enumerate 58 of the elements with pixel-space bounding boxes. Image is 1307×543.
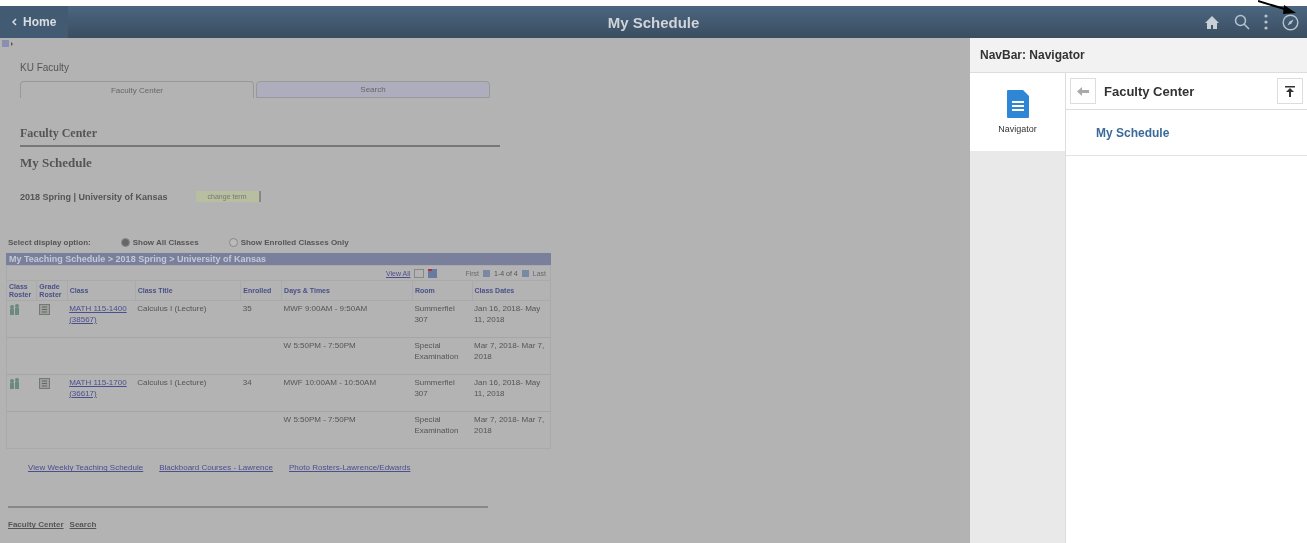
panel-title: NavBar: Navigator bbox=[970, 38, 1307, 73]
table-cell: Mar 7, 2018- Mar 7, 2018 bbox=[474, 341, 545, 361]
arrow-left-icon bbox=[1077, 86, 1089, 96]
table-cell: Special Examination bbox=[414, 415, 459, 435]
section-heading: My Schedule bbox=[20, 155, 93, 171]
page-heading: Faculty Center bbox=[20, 126, 500, 147]
display-option-label: Select display option: bbox=[8, 238, 91, 247]
class-link[interactable]: MATH 115-1700 (36617) bbox=[69, 378, 134, 400]
pointer-arrow-icon bbox=[1258, 0, 1298, 16]
roster-icon[interactable] bbox=[38, 304, 50, 316]
page-link[interactable]: Blackboard Courses - Lawrence bbox=[159, 463, 274, 473]
grid-title-bar: My Teaching Schedule > 2018 Spring > University of Kansas bbox=[6, 253, 551, 265]
home-icon[interactable] bbox=[1204, 14, 1220, 30]
arrow-up-to-bar-icon bbox=[1285, 85, 1295, 97]
table-cell: MWF 10:00AM - 10:50AM bbox=[283, 378, 377, 388]
radio-label: Show All Classes bbox=[132, 238, 199, 247]
previous-icon[interactable] bbox=[483, 269, 490, 277]
tab[interactable]: Search bbox=[256, 81, 490, 98]
table-cell: Jan 16, 2018- May 11, 2018 bbox=[474, 304, 541, 324]
table-cell: Summerfiel 307 bbox=[414, 304, 455, 324]
navigator-tile[interactable]: Navigator bbox=[970, 73, 1065, 151]
table-cell: Summerfiel 307 bbox=[414, 378, 455, 398]
table-cell: 34 bbox=[242, 378, 252, 388]
roster-icon[interactable] bbox=[38, 378, 50, 390]
download-icon[interactable] bbox=[428, 268, 438, 278]
table-cell: Mar 7, 2018- Mar 7, 2018 bbox=[474, 415, 545, 435]
footer-link[interactable]: Search bbox=[69, 520, 97, 530]
class-link[interactable]: MATH 115-1400 (38567) bbox=[69, 304, 134, 326]
pin-top-button[interactable] bbox=[1277, 78, 1303, 104]
menu-toggle-icon[interactable] bbox=[2, 40, 14, 48]
radio-label: Show Enrolled Classes Only bbox=[240, 238, 349, 247]
radio-button[interactable] bbox=[228, 238, 238, 247]
table-cell: W 5:50PM - 7:50PM bbox=[283, 341, 356, 351]
people-icon[interactable] bbox=[9, 304, 21, 316]
footer-link[interactable]: Faculty Center bbox=[8, 520, 64, 530]
radio-button[interactable] bbox=[120, 238, 130, 247]
table-cell: MWF 9:00AM - 9:50AM bbox=[283, 304, 368, 314]
table-cell: Jan 16, 2018- May 11, 2018 bbox=[474, 378, 541, 398]
page-link[interactable]: Photo Rosters-Lawrence/Edwards bbox=[289, 463, 411, 473]
document-icon bbox=[1006, 90, 1029, 118]
tab[interactable]: Faculty Center bbox=[20, 81, 254, 98]
people-icon[interactable] bbox=[9, 378, 21, 390]
next-icon[interactable] bbox=[521, 269, 529, 277]
more-menu-icon[interactable] bbox=[1264, 14, 1268, 30]
search-icon[interactable] bbox=[1234, 14, 1250, 30]
portal-title: KU Faculty bbox=[20, 62, 70, 73]
term-label: 2018 Spring | University of Kansas bbox=[20, 191, 168, 202]
back-button[interactable] bbox=[1070, 78, 1096, 104]
folder-title: Faculty Center bbox=[1104, 83, 1196, 99]
table-cell: 35 bbox=[242, 304, 252, 314]
page-title: My Schedule bbox=[607, 13, 700, 31]
table-cell: W 5:50PM - 7:50PM bbox=[283, 415, 356, 425]
home-back-button[interactable]: Home bbox=[0, 6, 69, 38]
page-link[interactable]: View Weekly Teaching Schedule bbox=[28, 463, 144, 473]
chevron-left-icon bbox=[12, 18, 17, 26]
table-cell: Special Examination bbox=[414, 341, 459, 361]
compass-icon[interactable] bbox=[1282, 13, 1299, 31]
zoom-grid-icon[interactable] bbox=[414, 268, 425, 278]
